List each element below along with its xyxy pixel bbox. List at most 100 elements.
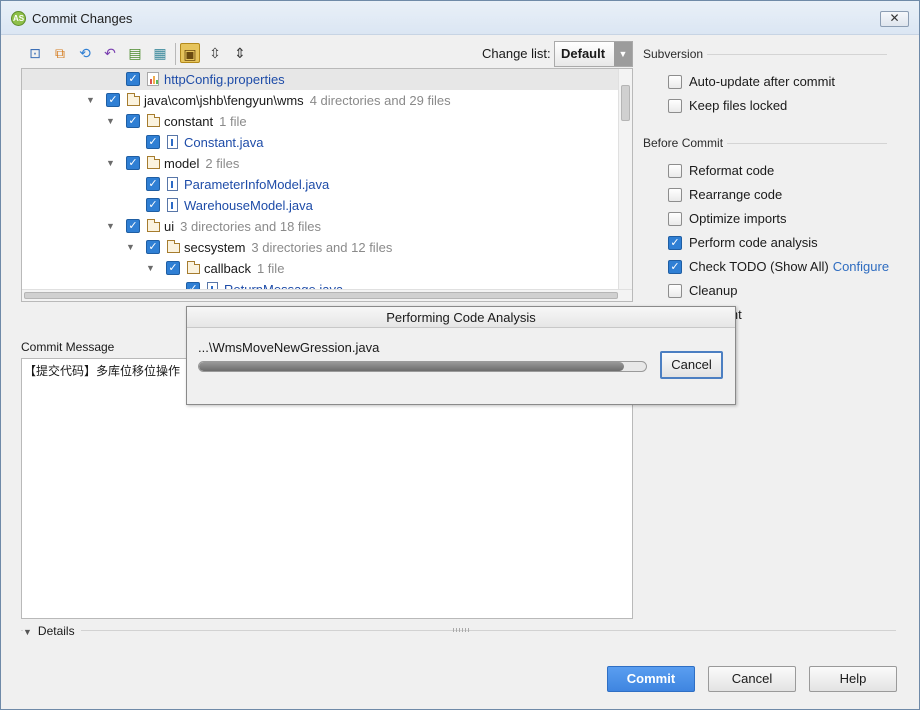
tree-row-checkbox[interactable]: ✓ <box>146 198 160 212</box>
changelist-label: Change list: <box>482 46 551 61</box>
tree-row-label: ParameterInfoModel.java <box>184 174 329 195</box>
option-checkbox[interactable] <box>668 164 682 178</box>
option-checkbox[interactable] <box>668 99 682 113</box>
option-label: Auto-update after commit <box>689 73 835 91</box>
details-toggle[interactable]: ▼ Details <box>23 624 81 638</box>
tree-row-name: Constant.java <box>184 135 264 150</box>
option-label: Check TODO (Show All) Configure <box>689 258 889 276</box>
commit-message-label: Commit Message <box>21 340 115 354</box>
changes-tree: ✓ httpConfig.properties ▼ ✓ java\com\jshb\fe… <box>21 68 633 302</box>
tree-row-name: callback <box>204 261 251 276</box>
option-label: Keep files locked <box>689 97 787 115</box>
folder-icon <box>187 261 200 274</box>
option-checkbox[interactable]: ✓ <box>668 260 682 274</box>
option-checkbox[interactable]: ✓ <box>668 236 682 250</box>
progress-cancel-button[interactable]: Cancel <box>660 351 723 379</box>
expand-arrow-icon[interactable]: ▼ <box>106 216 116 237</box>
configure-link[interactable]: Configure <box>833 259 889 274</box>
revert-icon[interactable]: ↶ <box>100 43 120 63</box>
expand-arrow-icon[interactable]: ▼ <box>106 153 116 174</box>
before-commit-section-title: Before Commit <box>643 136 724 150</box>
collapse-all-icon[interactable]: ⇕ <box>230 43 250 63</box>
option-checkbox[interactable] <box>668 188 682 202</box>
window-close-button[interactable]: ✕ <box>880 11 909 27</box>
option-label-text: Auto-update after commit <box>689 74 835 89</box>
tree-file-row[interactable]: ✓ Constant.java <box>22 132 619 153</box>
show-diff-icon[interactable]: ▤ <box>125 43 145 63</box>
commit-button[interactable]: Commit <box>607 666 695 692</box>
tree-row-label: ui 3 directories and 18 files <box>164 216 321 237</box>
cancel-button[interactable]: Cancel <box>708 666 796 692</box>
tree-row-hint: 1 file <box>219 114 247 129</box>
tree-row-checkbox[interactable]: ✓ <box>126 114 140 128</box>
option-label-text: Cleanup <box>689 283 738 298</box>
tree-row-hint: 3 directories and 12 files <box>251 240 393 255</box>
tree-row-checkbox[interactable]: ✓ <box>106 93 120 107</box>
tree-row-name: WarehouseModel.java <box>184 198 313 213</box>
progress-dialog-title: Performing Code Analysis <box>187 307 735 328</box>
tree-row-checkbox[interactable]: ✓ <box>126 156 140 170</box>
section-divider <box>727 143 887 144</box>
folder-icon <box>147 156 160 169</box>
tree-row-hint: 1 file <box>256 261 285 276</box>
tree-file-row[interactable]: ✓ ParameterInfoModel.java <box>22 174 619 195</box>
java-file-icon <box>167 135 178 149</box>
option-label-text: Reformat code <box>689 163 775 178</box>
option-label: Rearrange code <box>689 186 782 204</box>
sync-icon[interactable]: ⟲ <box>75 43 95 63</box>
option-label: Reformat code <box>689 162 774 180</box>
expand-arrow-icon[interactable]: ▼ <box>126 237 136 258</box>
option-label-text: Optimize imports <box>689 211 787 226</box>
folder-icon <box>167 240 180 253</box>
scrollbar-thumb[interactable] <box>24 292 618 299</box>
tree-row-name: ParameterInfoModel.java <box>184 177 330 192</box>
option-checkbox[interactable] <box>668 284 682 298</box>
expand-triangle-icon: ▼ <box>23 627 32 637</box>
tree-file-row[interactable]: ✓ WarehouseModel.java <box>22 195 619 216</box>
expand-all-icon[interactable]: ⇳ <box>205 43 225 63</box>
changelist-value: Default <box>561 46 606 61</box>
tree-row-label: java\com\jshb\fengyun\wms 4 directories a… <box>144 90 451 111</box>
scrollbar-thumb[interactable] <box>621 85 630 121</box>
tree-row-checkbox[interactable]: ✓ <box>166 261 180 275</box>
expand-arrow-icon[interactable]: ▼ <box>106 111 116 132</box>
tree-row-name: ui <box>164 219 175 234</box>
refresh-changes-icon[interactable]: ⊡ <box>25 43 45 63</box>
option-label-text: Perform code analysis <box>689 235 818 250</box>
tree-row-checkbox[interactable]: ✓ <box>126 72 140 86</box>
option-checkbox[interactable] <box>668 75 682 89</box>
tree-row-hint: 4 directories and 29 files <box>309 93 451 108</box>
folder-icon <box>147 114 160 127</box>
analyzed-file-path: ...\WmsMoveNewGression.java <box>198 340 380 355</box>
java-file-icon <box>167 177 178 191</box>
move-to-changelist-icon[interactable]: ⧉ <box>50 43 70 63</box>
changelist-select[interactable]: Default ▼ <box>554 41 633 67</box>
splitter-grip[interactable] <box>453 628 469 632</box>
tree-folder-row[interactable]: ▼ ✓ callback 1 file <box>22 258 619 279</box>
tree-row-checkbox[interactable]: ✓ <box>146 177 160 191</box>
tree-row-checkbox[interactable]: ✓ <box>146 240 160 254</box>
tree-row-name: constant <box>164 114 214 129</box>
show-directories-icon[interactable]: ▣ <box>180 43 200 63</box>
tree-horizontal-scrollbar[interactable] <box>22 289 632 301</box>
tree-row-checkbox[interactable]: ✓ <box>146 135 160 149</box>
tree-row-label: WarehouseModel.java <box>184 195 313 216</box>
option-label: Cleanup <box>689 282 737 300</box>
tree-folder-row[interactable]: ▼ ✓ constant 1 file <box>22 111 619 132</box>
details-label: Details <box>37 624 75 638</box>
tree-file-row[interactable]: ✓ httpConfig.properties <box>22 69 619 90</box>
tree-folder-row[interactable]: ▼ ✓ java\com\jshb\fengyun\wms 4 directories… <box>22 90 619 111</box>
tree-vertical-scrollbar[interactable] <box>618 69 632 291</box>
option-checkbox[interactable] <box>668 212 682 226</box>
tree-folder-row[interactable]: ▼ ✓ secsystem 3 directories and 12 files <box>22 237 619 258</box>
help-button[interactable]: Help <box>809 666 897 692</box>
expand-arrow-icon[interactable]: ▼ <box>146 258 156 279</box>
expand-arrow-icon[interactable]: ▼ <box>86 90 96 111</box>
window-title: Commit Changes <box>32 11 133 26</box>
tree-folder-row[interactable]: ▼ ✓ ui 3 directories and 18 files <box>22 216 619 237</box>
tree-folder-row[interactable]: ▼ ✓ model 2 files <box>22 153 619 174</box>
chevron-down-icon: ▼ <box>614 42 632 66</box>
tree-row-checkbox[interactable]: ✓ <box>126 219 140 233</box>
group-by-icon[interactable]: ▦ <box>150 43 170 63</box>
folder-icon <box>127 93 140 106</box>
